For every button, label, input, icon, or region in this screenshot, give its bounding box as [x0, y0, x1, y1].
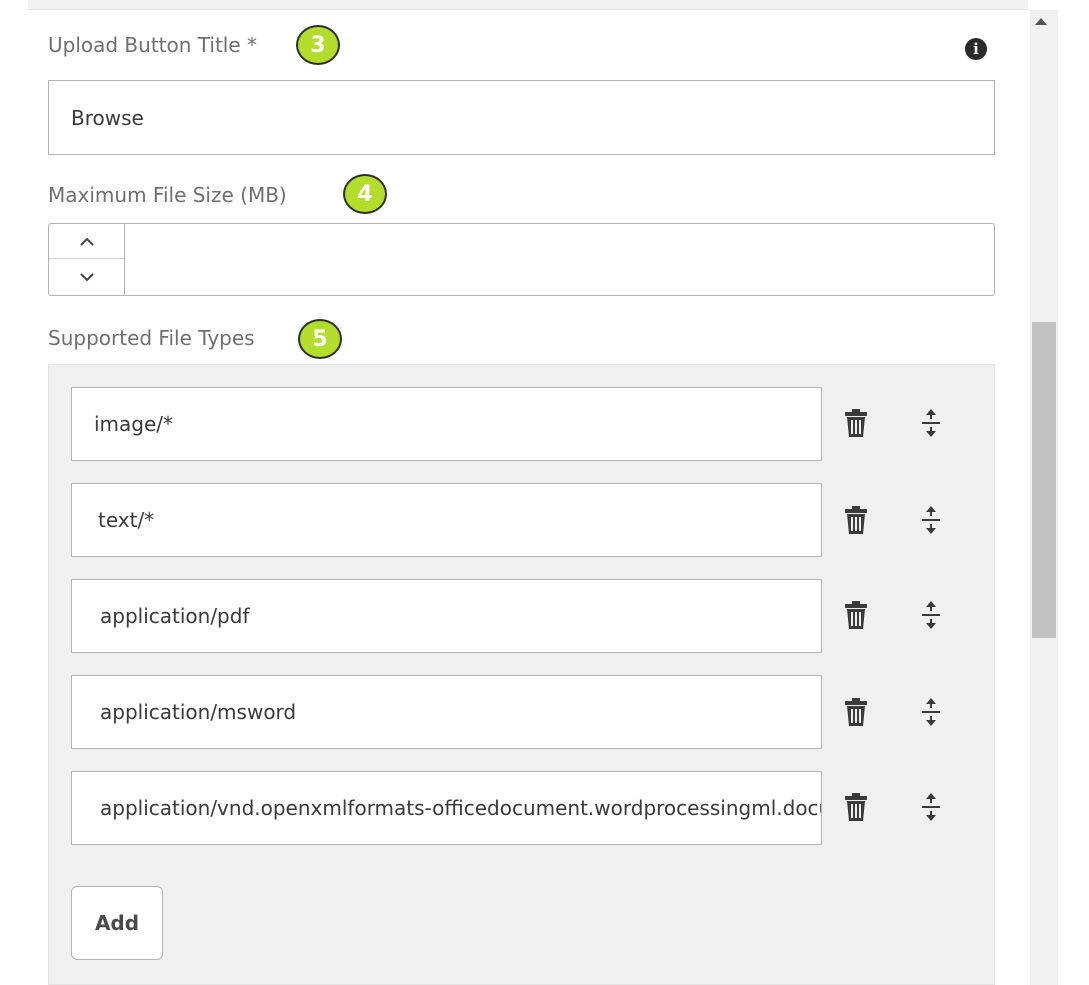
- file-type-input[interactable]: application/pdf: [71, 579, 822, 653]
- chevron-up-icon[interactable]: [49, 224, 124, 259]
- trash-icon[interactable]: [844, 697, 868, 727]
- top-divider: [28, 0, 1028, 10]
- chevron-down-icon[interactable]: [49, 260, 124, 295]
- file-type-input[interactable]: text/*: [71, 483, 822, 557]
- move-vertical-icon[interactable]: [921, 408, 941, 438]
- trash-icon[interactable]: [844, 792, 868, 822]
- move-vertical-icon[interactable]: [921, 697, 941, 727]
- trash-icon[interactable]: [844, 600, 868, 630]
- step-badge-4: 4: [343, 174, 387, 214]
- file-types-label: Supported File Types: [48, 326, 255, 350]
- step-badge-3: 3: [296, 25, 340, 65]
- trash-icon[interactable]: [844, 408, 868, 438]
- scrollbar-thumb[interactable]: [1032, 322, 1056, 638]
- max-size-stepper[interactable]: [48, 223, 995, 296]
- upload-title-label: Upload Button Title *: [48, 33, 258, 57]
- info-icon[interactable]: i: [965, 38, 987, 60]
- move-vertical-icon[interactable]: [921, 600, 941, 630]
- file-type-input[interactable]: application/vnd.openxmlformats-officedoc…: [71, 771, 822, 845]
- file-type-input[interactable]: image/*: [71, 387, 822, 461]
- add-file-type-button[interactable]: Add: [71, 886, 163, 960]
- move-vertical-icon[interactable]: [921, 505, 941, 535]
- move-vertical-icon[interactable]: [921, 792, 941, 822]
- step-badge-5: 5: [298, 319, 342, 359]
- stepper-buttons: [49, 224, 125, 295]
- upload-title-input[interactable]: Browse: [48, 80, 995, 155]
- max-size-input[interactable]: [126, 224, 994, 295]
- scroll-up-arrow-icon[interactable]: [1035, 18, 1047, 25]
- trash-icon[interactable]: [844, 505, 868, 535]
- file-type-input[interactable]: application/msword: [71, 675, 822, 749]
- max-size-label: Maximum File Size (MB): [48, 183, 287, 207]
